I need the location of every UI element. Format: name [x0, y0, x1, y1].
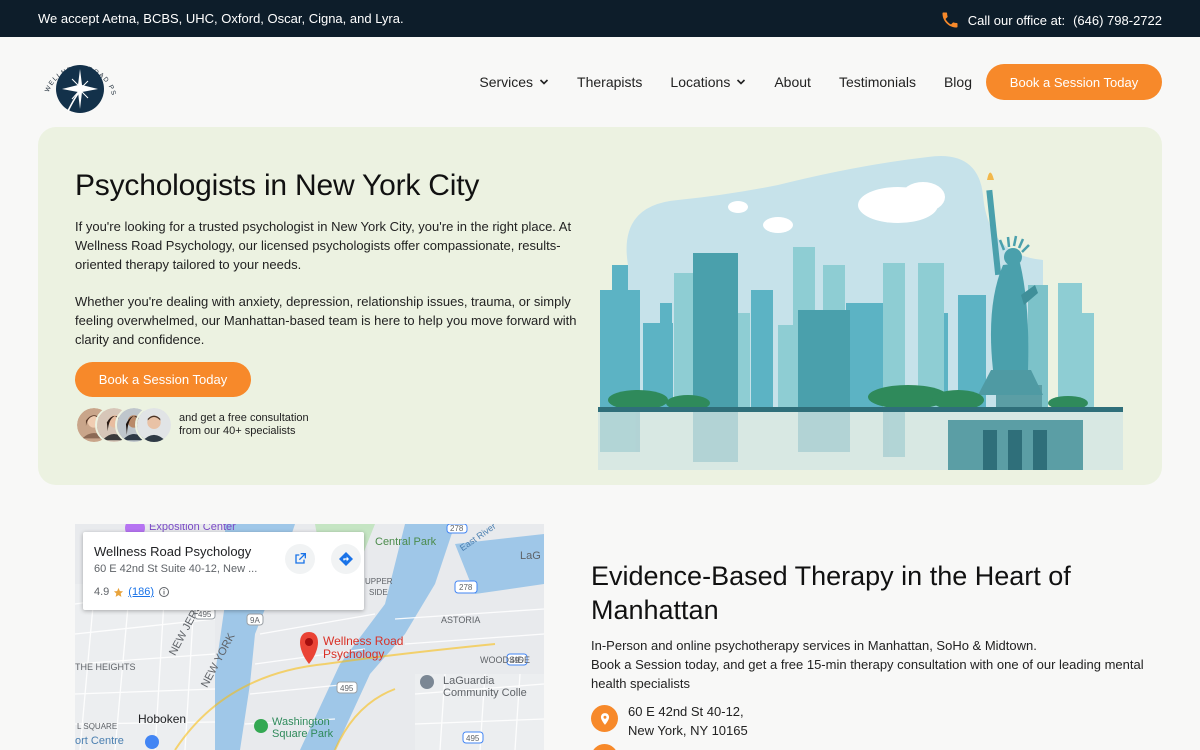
directions-button[interactable]: [331, 544, 361, 574]
address-line-1: 60 E 42nd St 40-12,: [628, 704, 744, 719]
info-icon[interactable]: [158, 586, 170, 598]
nav-testimonials[interactable]: Testimonials: [839, 74, 916, 90]
nav-therapists-label: Therapists: [577, 74, 643, 90]
hero-book-button[interactable]: Book a Session Today: [75, 362, 251, 397]
consult-line-1: and get a free consultation: [179, 412, 309, 424]
map-label-central-park: Central Park: [375, 536, 437, 548]
washington-line-2: Square Park: [272, 728, 334, 740]
consultation-note: and get a free consultation from our 40+…: [179, 412, 309, 438]
site-header: WELLNESS ROAD PSYCHOLOGY Services Therap…: [0, 37, 1200, 127]
map-rating: 4.9 (186): [94, 586, 170, 598]
location-pin-icon: [591, 705, 618, 732]
nav-testimonials-label: Testimonials: [838, 74, 916, 90]
map-label-square: L SQUARE: [77, 722, 118, 731]
map-label-lag: LaG: [520, 550, 541, 562]
top-bar: We accept Aetna, BCBS, UHC, Oxford, Osca…: [0, 0, 1200, 37]
insurance-text: We accept Aetna, BCBS, UHC, Oxford, Osca…: [38, 11, 404, 26]
section-title: Evidence-Based Therapy in the Heart of M…: [591, 561, 1071, 625]
map-label-side: SIDE: [369, 588, 388, 597]
washington-line-1: Washington: [272, 716, 330, 728]
map-business-name[interactable]: Wellness Road Psychology: [94, 544, 251, 559]
star-icon: [114, 587, 124, 597]
map-label-hoboken: Hoboken: [138, 712, 187, 726]
route-495b-label: 495: [340, 684, 354, 693]
nav-locations-label: Locations: [670, 74, 731, 90]
map-label-heights: THE HEIGHTS: [75, 662, 136, 672]
chevron-down-icon: [737, 79, 746, 85]
laguardia-line-1: LaGuardia: [443, 675, 495, 687]
map-address: 60 E 42nd St Suite 40-12, New ...: [94, 563, 258, 575]
nav-services-label: Services: [479, 74, 534, 90]
nav-blog-label: Blog: [943, 74, 972, 90]
map-label-washington: Washington Square Park: [272, 716, 333, 740]
map-label-woodside: WOODSIDE: [480, 655, 531, 665]
desc-line-2: Book a Session today, and get a free 15-…: [591, 657, 1144, 691]
call-label: Call our office at:: [967, 12, 1066, 28]
hero-paragraph-2: Whether you're dealing with anxiety, dep…: [75, 294, 577, 347]
pin-label-line-2: Psychology: [323, 647, 385, 661]
route-278-label: 278: [459, 583, 473, 592]
address-line-2: New York, NY 10165: [628, 723, 748, 738]
logo-mark: WELLNESS ROAD PSYCHOLOGY: [35, 40, 116, 113]
map-place-card: Wellness Road Psychology 60 E 42nd St Su…: [83, 532, 364, 610]
external-link-icon: [295, 553, 306, 564]
next-contact-icon: [591, 744, 618, 750]
map-label-laguardia: LaGuardia Community Colle: [443, 675, 527, 699]
specialist-avatars: [75, 406, 175, 444]
route-495d-label: 495: [466, 734, 480, 743]
map-label-astoria: ASTORIA: [441, 615, 481, 625]
nyc-skyline-illustration: [598, 156, 1123, 470]
header-book-button[interactable]: Book a Session Today: [986, 64, 1162, 100]
route-9a-label: 9A: [250, 616, 260, 625]
rating-value: 4.9: [94, 586, 110, 598]
address-text: 60 E 42nd St 40-12, New York, NY 10165: [628, 702, 748, 740]
phone-icon: [942, 12, 958, 28]
section-description: In-Person and online psychotherapy servi…: [591, 636, 1151, 693]
consult-line-2: from our 40+ specialists: [179, 425, 296, 437]
hero-paragraph-1: If you're looking for a trusted psycholo…: [75, 219, 572, 272]
pin-label-line-1: Wellness Road: [323, 634, 404, 648]
laguardia-line-2: Community Colle: [443, 687, 527, 699]
office-address: 60 E 42nd St 40-12, New York, NY 10165: [591, 702, 748, 740]
map-label-port: ort Centre: [75, 735, 124, 747]
main-nav: Services Therapists Locations About Test…: [479, 64, 1162, 100]
desc-line-1: In-Person and online psychotherapy servi…: [591, 638, 1037, 653]
chevron-down-icon: [539, 79, 549, 85]
route-278b-label: 278: [450, 524, 464, 533]
avatar: [135, 406, 173, 444]
map-label-upper: UPPER: [365, 577, 393, 586]
directions-icon: [339, 552, 353, 566]
google-map[interactable]: 495 9A 495 278 278 495 495 Exposition Ce…: [75, 524, 544, 750]
nav-locations[interactable]: Locations: [670, 74, 746, 90]
map-pin-label[interactable]: Wellness Road Psychology: [323, 635, 403, 661]
nav-blog[interactable]: Blog: [944, 74, 972, 90]
hero-section: Psychologists in New York City If you're…: [38, 127, 1162, 485]
nav-about[interactable]: About: [774, 74, 811, 90]
nav-therapists[interactable]: Therapists: [577, 74, 642, 90]
nav-services[interactable]: Services: [479, 74, 549, 90]
nav-about-label: About: [774, 74, 811, 90]
hero-title: Psychologists in New York City: [75, 169, 480, 202]
phone-number[interactable]: (646) 798-2722: [1073, 13, 1162, 28]
call-office[interactable]: Call our office at: (646) 798-2722: [940, 10, 1162, 30]
review-count-link[interactable]: (186): [128, 586, 154, 598]
open-in-maps-button[interactable]: [285, 544, 315, 574]
site-logo[interactable]: WELLNESS ROAD PSYCHOLOGY: [35, 40, 122, 117]
